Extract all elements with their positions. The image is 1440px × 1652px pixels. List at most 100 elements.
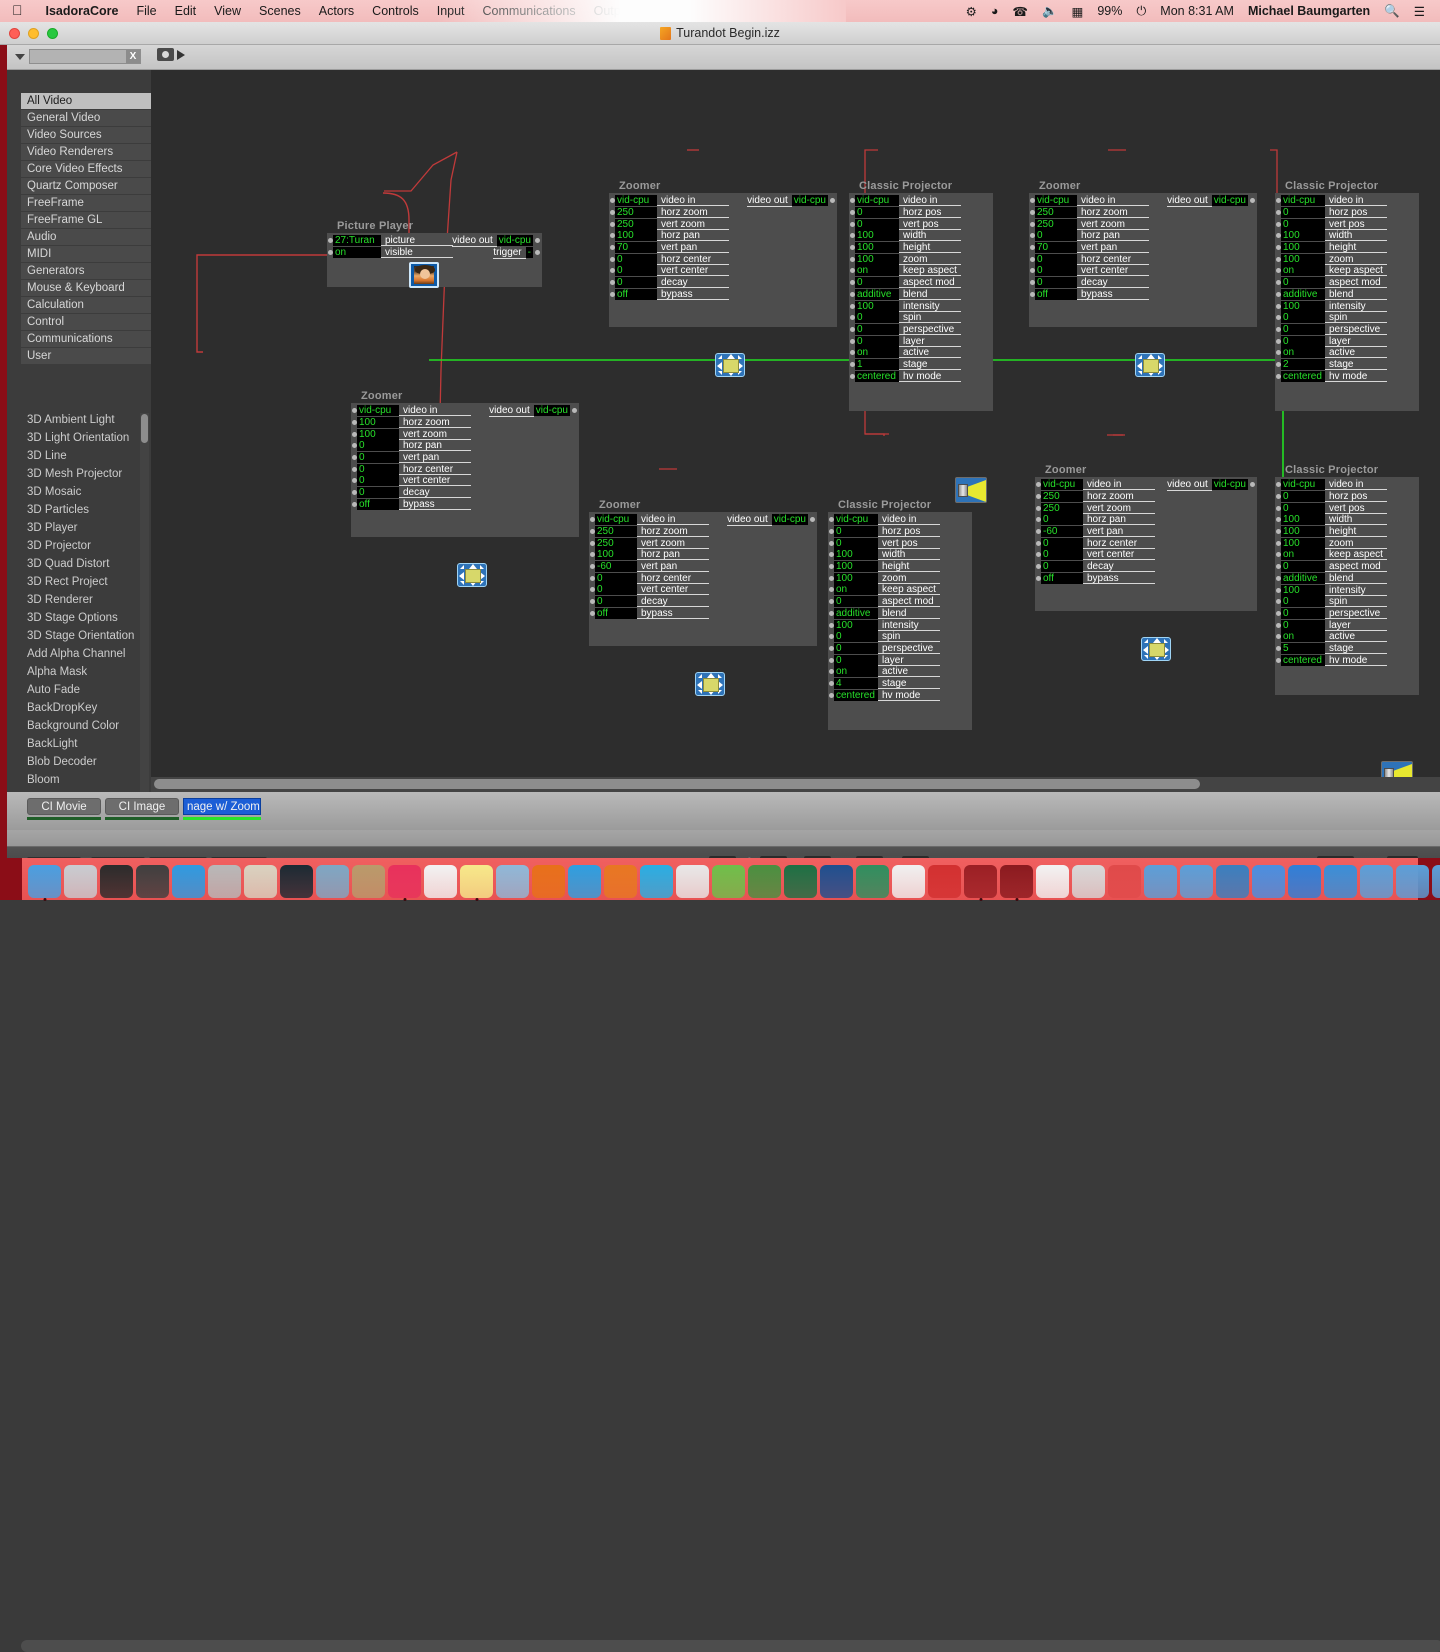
input-value-field[interactable]: 100 (1281, 230, 1325, 242)
patch-node-zoomer-6[interactable]: Zoomer vid-cpu video in 250 horz zoom 250 vert… (1035, 464, 1257, 662)
input-value-field[interactable]: 0 (1041, 561, 1083, 573)
node-input-row[interactable]: 0 decay (1035, 561, 1257, 573)
node-input-row[interactable]: 0 perspective (828, 642, 972, 655)
node-input-row[interactable]: 100 intensity (1275, 300, 1419, 312)
patch-node-projector-2[interactable]: Classic Projector vid-cpu video in 0 horz po… (1275, 180, 1419, 503)
actor-list-item[interactable]: 3D Line (21, 447, 152, 465)
input-value-field[interactable]: vid-cpu (357, 405, 399, 417)
dock-folder-down-icon[interactable] (1396, 865, 1429, 898)
input-value-field[interactable]: 100 (357, 428, 399, 440)
node-input-row[interactable]: centered hv mode (1275, 370, 1419, 382)
actor-list-item[interactable]: 3D Stage Orientation (21, 627, 152, 645)
menu-item-file[interactable]: File (127, 4, 165, 18)
node-input-row[interactable]: 0 layer (1275, 335, 1419, 347)
input-value-field[interactable]: 0 (1281, 335, 1325, 347)
input-value-field[interactable]: 0 (1041, 537, 1083, 549)
node-input-row[interactable]: 100 zoom (828, 572, 972, 584)
actor-list-item[interactable]: 3D Projector (21, 537, 152, 555)
node-output-row[interactable]: video out vid-cpu (727, 514, 815, 526)
actor-list-item[interactable]: 3D Quad Distort (21, 555, 152, 573)
dock-textedit-icon[interactable] (892, 865, 925, 898)
node-input-row[interactable]: -60 vert pan (1035, 526, 1257, 538)
menu-item-windows[interactable]: Windows (640, 4, 709, 18)
sidebar-category-calculation[interactable]: Calculation (21, 297, 152, 313)
input-value-field[interactable]: 0 (834, 642, 878, 654)
input-value-field[interactable]: vid-cpu (1281, 195, 1325, 207)
node-input-row[interactable]: on active (828, 666, 972, 678)
input-value-field[interactable]: 0 (1281, 207, 1325, 219)
node-input-row[interactable]: 100 horz pan (589, 549, 817, 561)
apple-logo-icon[interactable]:  (0, 3, 37, 17)
node-input-row[interactable]: 100 width (1275, 514, 1419, 526)
input-value-field[interactable]: off (1041, 572, 1083, 584)
node-input-row[interactable]: 100 zoom (1275, 537, 1419, 549)
input-value-field[interactable]: 100 (855, 300, 899, 312)
node-output-row[interactable]: video out vid-cpu (747, 195, 835, 207)
input-value-field[interactable]: on (834, 584, 878, 596)
node-input-row[interactable]: off bypass (1029, 288, 1257, 301)
actor-list-item[interactable]: 3D Player (21, 519, 152, 537)
node-input-row[interactable]: 70 vert pan (1029, 242, 1257, 254)
dock-launchpad-icon[interactable] (64, 865, 97, 898)
camera-icon[interactable] (157, 48, 174, 61)
node-input-row[interactable]: on keep aspect (849, 265, 993, 277)
input-value-field[interactable]: 250 (595, 526, 637, 538)
input-value-field[interactable]: additive (855, 288, 899, 300)
actor-list-item[interactable]: 3D Mosaic (21, 483, 152, 501)
dock-clock-icon[interactable] (856, 865, 889, 898)
node-input-row[interactable]: 0 spin (828, 631, 972, 643)
node-input-row[interactable]: 0 horz center (609, 253, 837, 265)
input-value-field[interactable]: 100 (834, 549, 878, 561)
node-input-row[interactable]: 0 horz pos (1275, 491, 1419, 503)
sidebar-category-freeframe[interactable]: FreeFrame (21, 195, 152, 211)
input-value-field[interactable]: 0 (1035, 253, 1077, 265)
node-input-row[interactable]: 0 vert pan (351, 452, 579, 464)
node-input-row[interactable]: vid-cpu video in (1275, 479, 1419, 491)
input-value-field[interactable]: additive (834, 607, 878, 619)
input-value-field[interactable]: off (595, 607, 637, 619)
input-value-field[interactable]: 70 (615, 242, 657, 254)
input-value-field[interactable]: -60 (595, 561, 637, 573)
dock-app-store-icon[interactable] (172, 865, 205, 898)
port-dot-icon[interactable] (572, 408, 577, 414)
search-input[interactable]: X (29, 49, 141, 64)
dock-isadora-icon[interactable] (964, 865, 997, 901)
node-input-row[interactable]: 250 vert zoom (1029, 218, 1257, 230)
node-input-row[interactable]: 0 vert pos (849, 218, 993, 230)
sidebar-category-all-video[interactable]: All Video (21, 93, 152, 109)
node-input-row[interactable]: 250 vert zoom (1035, 502, 1257, 514)
input-value-field[interactable]: on (1281, 347, 1325, 359)
menu-item-actors[interactable]: Actors (310, 4, 363, 18)
input-value-field[interactable]: 250 (595, 537, 637, 549)
actor-list-item[interactable]: BackLight (21, 735, 152, 753)
input-value-field[interactable]: on (855, 265, 899, 277)
node-input-row[interactable]: 100 intensity (849, 300, 993, 312)
input-value-field[interactable]: 70 (1035, 242, 1077, 254)
node-input-row[interactable]: 0 horz center (351, 463, 579, 475)
node-input-row[interactable]: 0 vert center (609, 265, 837, 277)
dock-calculator-icon[interactable] (244, 865, 277, 898)
node-input-row[interactable]: on active (849, 347, 993, 359)
node-input-row[interactable]: 100 height (849, 242, 993, 254)
input-value-field[interactable]: 0 (1281, 596, 1325, 608)
input-value-field[interactable]: on (834, 666, 878, 678)
node-input-row[interactable]: 100 vert zoom (351, 428, 579, 440)
node-input-row[interactable]: centered hv mode (849, 370, 993, 382)
port-dot-icon[interactable] (1250, 482, 1255, 488)
input-value-field[interactable]: 0 (1281, 561, 1325, 573)
node-input-row[interactable]: 0 horz center (1029, 253, 1257, 265)
input-value-field[interactable]: vid-cpu (855, 195, 899, 207)
node-input-row[interactable]: 100 intensity (1275, 584, 1419, 596)
input-value-field[interactable]: 0 (855, 323, 899, 335)
input-value-field[interactable]: 0 (1035, 230, 1077, 242)
node-input-row[interactable]: 0 decay (1029, 277, 1257, 289)
input-value-field[interactable]: centered (855, 370, 899, 382)
input-value-field[interactable]: on (1281, 631, 1325, 643)
input-value-field[interactable]: 100 (1281, 253, 1325, 265)
search-clear-button[interactable]: X (126, 50, 140, 63)
sidebar-category-core-video-effects[interactable]: Core Video Effects (21, 161, 152, 177)
dock-skype-icon[interactable] (640, 865, 673, 898)
actor-list-item[interactable]: Add Alpha Channel (21, 645, 152, 663)
node-input-row[interactable]: 100 height (828, 561, 972, 573)
sidebar-category-communications[interactable]: Communications (21, 331, 152, 347)
